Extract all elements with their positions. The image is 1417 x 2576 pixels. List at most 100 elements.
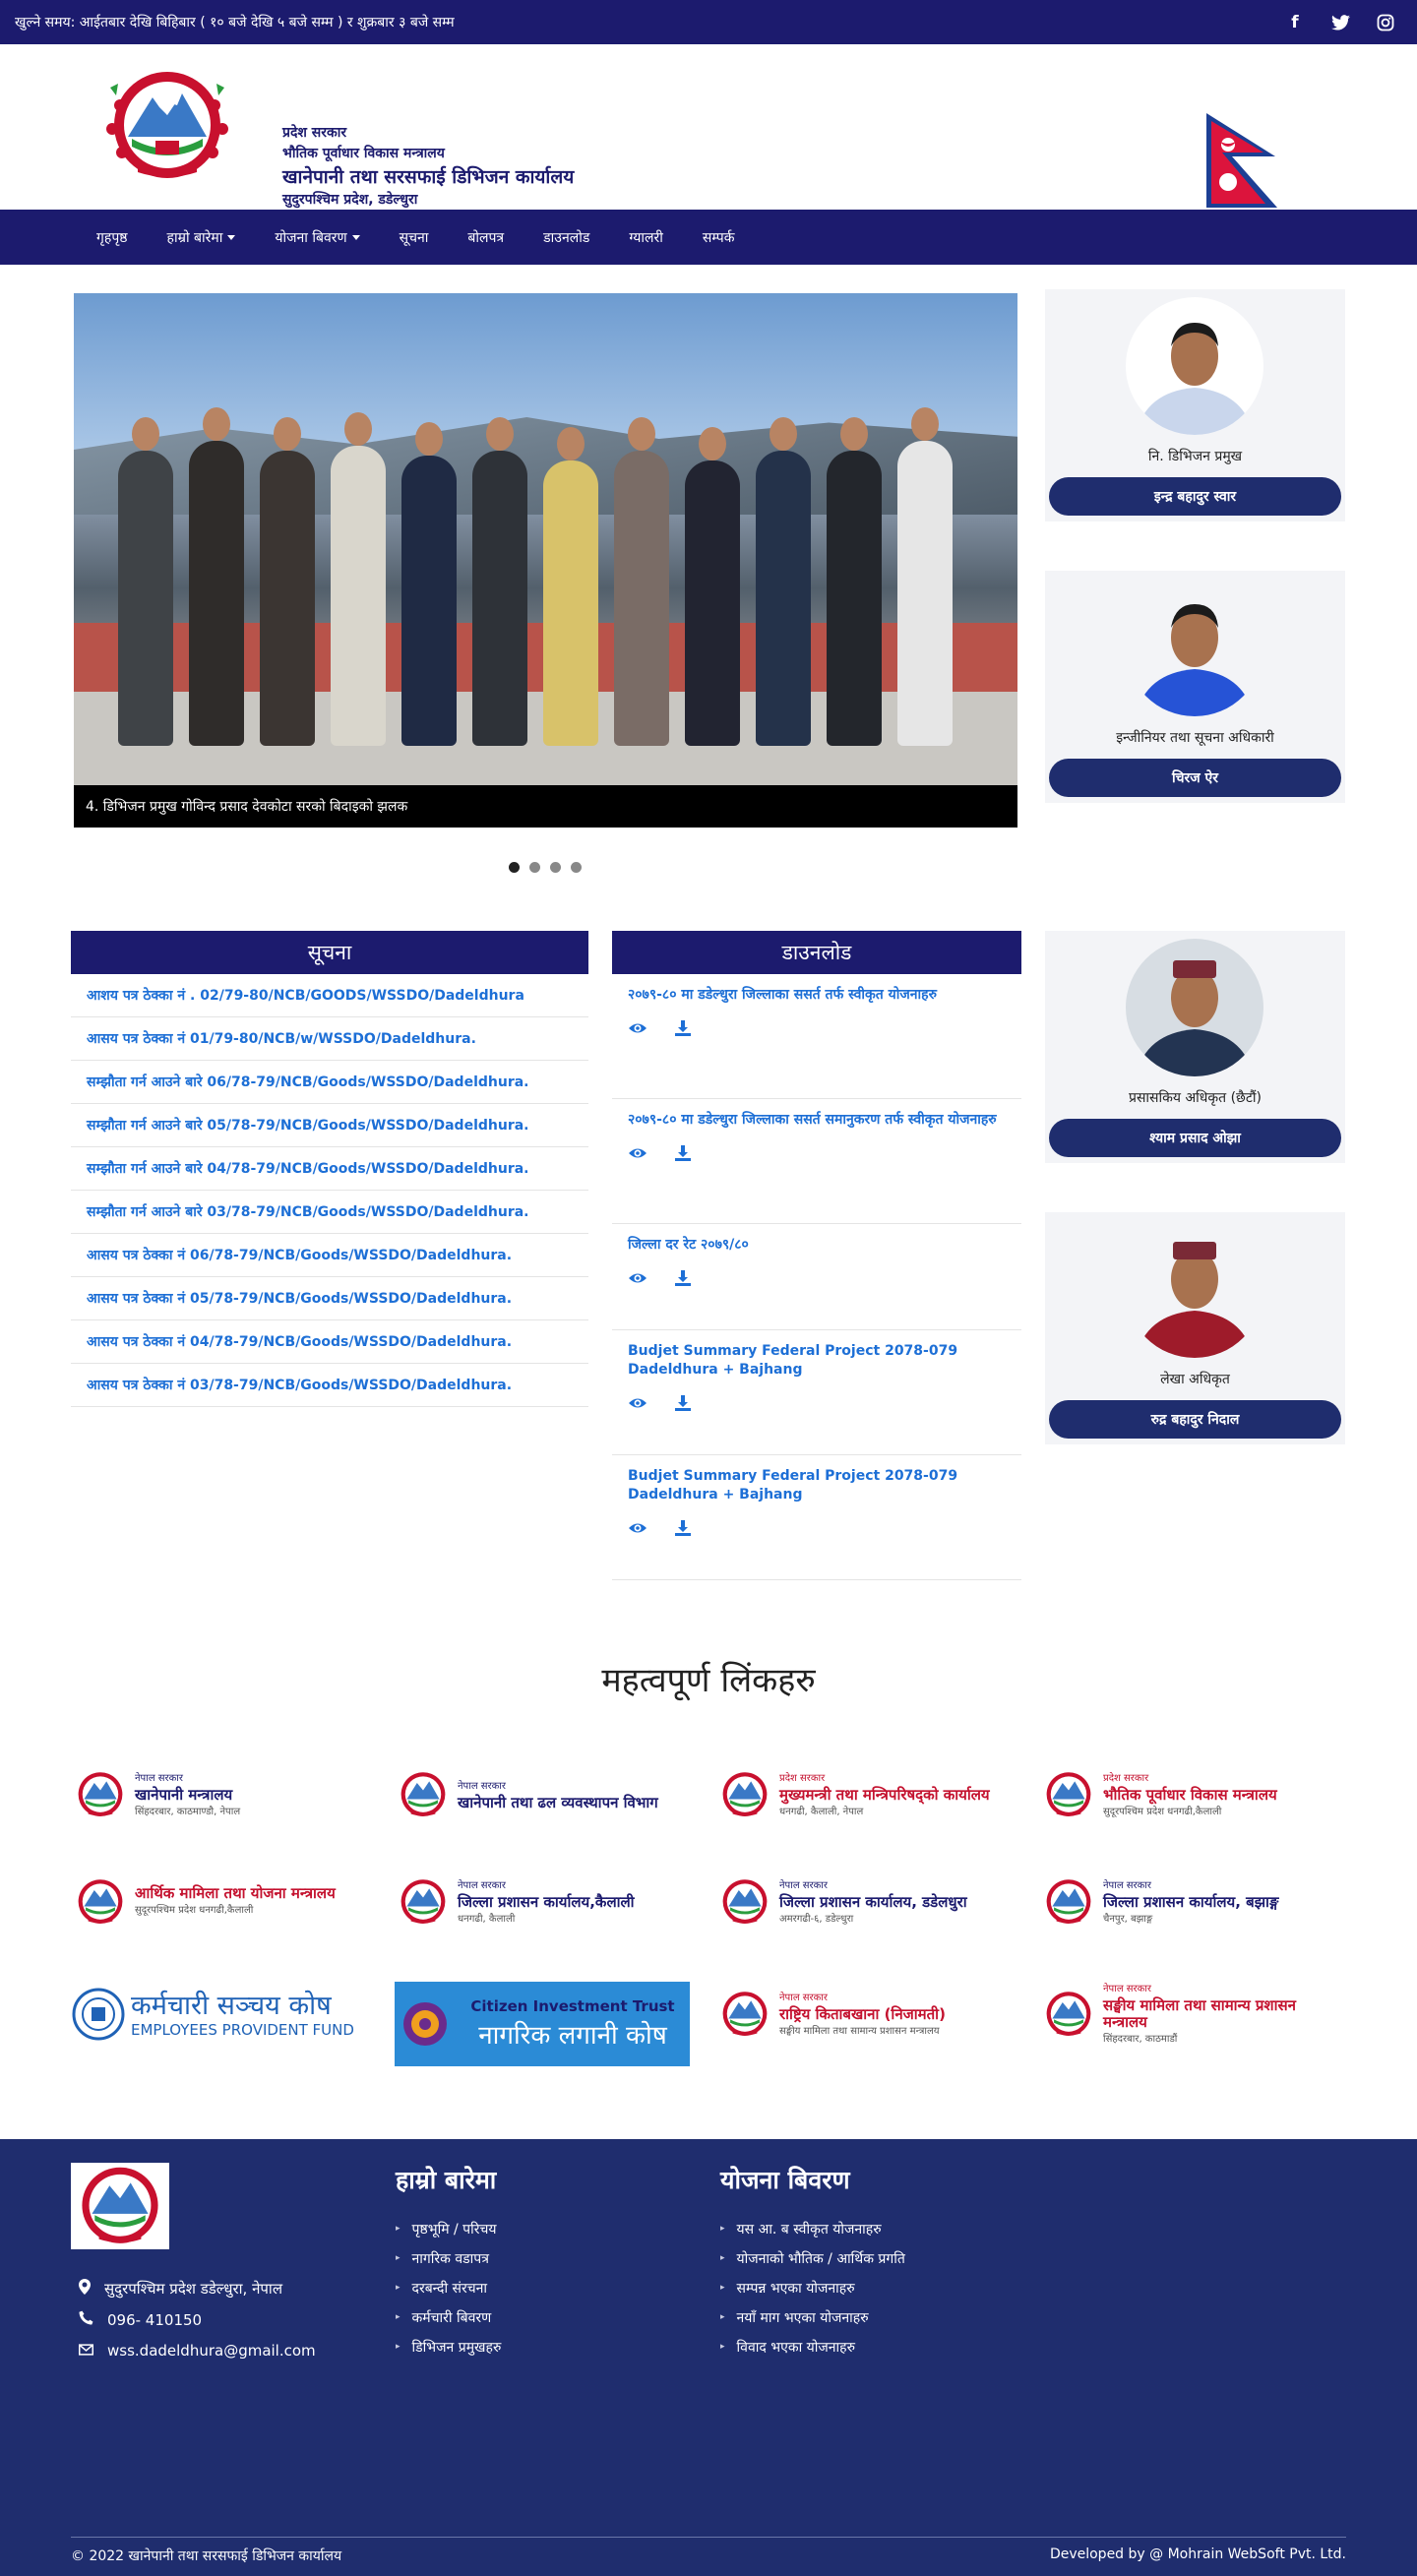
nav-item-0[interactable]: गृहपृष्ठ	[77, 228, 148, 247]
staff-name-button[interactable]: श्याम प्रसाद ओझा	[1049, 1119, 1341, 1157]
chevron-right-icon: ▸	[396, 2312, 400, 2322]
download-item-title[interactable]: २०७९-८० मा डडेल्धुरा जिल्लाका ससर्त तर्फ…	[628, 986, 1006, 1005]
important-link-logo[interactable]: प्रदेश सरकार भौतिक पूर्वाधार विकास मन्त्र…	[1040, 1762, 1335, 1827]
eye-icon[interactable]	[628, 1393, 647, 1413]
logo-main-text: मुख्यमन्त्री तथा मन्त्रिपरिषद्को कार्याल…	[779, 1785, 990, 1804]
footer-link[interactable]: ▸ कर्मचारी बिवरण	[396, 2302, 501, 2332]
download-item-title[interactable]: Budjet Summary Federal Project 2078-079 …	[628, 1467, 1006, 1504]
notice-item[interactable]: आसय पत्र ठेक्का नं 05/78-79/NCB/Goods/WS…	[71, 1277, 588, 1320]
site-header: प्रदेश सरकार भौतिक पूर्वाधार विकास मन्त्…	[0, 44, 1417, 210]
important-link-logo[interactable]: Citizen Investment Trust नागरिक लगानी कोष	[395, 1982, 690, 2066]
nav-item-4[interactable]: बोलपत्र	[448, 228, 524, 247]
instagram-icon[interactable]	[1369, 6, 1402, 39]
social-links: f	[1278, 6, 1402, 39]
nav-item-1[interactable]: हाम्रो बारेमा	[148, 228, 256, 247]
footer-plan-column: योजना बिवरण ▸ यस आ. ब स्वीकृत योजनाहरु ▸ यो…	[720, 2163, 905, 2361]
eye-icon[interactable]	[628, 1018, 647, 1038]
download-icon[interactable]	[673, 1268, 693, 1288]
nav-item-5[interactable]: डाउनलोड	[524, 228, 609, 247]
notice-item[interactable]: सम्झौता गर्न आउने बारे 03/78-79/NCB/Good…	[71, 1191, 588, 1234]
footer-link[interactable]: ▸ विवाद भएका योजनाहरु	[720, 2332, 905, 2361]
slider-indicators	[509, 862, 582, 873]
twitter-icon[interactable]	[1324, 6, 1357, 39]
important-link-logo[interactable]: आर्थिक मामिला तथा योजना मन्त्रालय सुदूरपश…	[72, 1870, 367, 1934]
staff-name-button[interactable]: इन्द्र बहादुर स्वार	[1049, 477, 1341, 516]
site-footer: सुदुरपश्चिम प्रदेश डडेल्धुरा, नेपाल 096-…	[0, 2139, 1417, 2576]
footer-link[interactable]: ▸ नयाँ माग भएका योजनाहरु	[720, 2302, 905, 2332]
footer-link[interactable]: ▸ सम्पन्न भएका योजनाहरु	[720, 2273, 905, 2302]
download-icon[interactable]	[673, 1393, 693, 1413]
photo-person	[189, 407, 244, 746]
notice-item[interactable]: आसय पत्र ठेक्का नं 03/78-79/NCB/Goods/WS…	[71, 1364, 588, 1407]
footer-address: सुदुरपश्चिम प्रदेश डडेल्धुरा, नेपाल	[79, 2279, 282, 2299]
footer-link[interactable]: ▸ यस आ. ब स्वीकृत योजनाहरु	[720, 2214, 905, 2243]
important-link-logo[interactable]: नेपाल सरकार खानेपानी तथा ढल व्यवस्थापन वि…	[395, 1762, 690, 1827]
download-item-title[interactable]: Budjet Summary Federal Project 2078-079 …	[628, 1342, 1006, 1380]
important-link-logo[interactable]: नेपाल सरकार जिल्ला प्रशासन कार्यालय, डडेल…	[716, 1870, 1012, 1934]
notice-item[interactable]: सम्झौता गर्न आउने बारे 05/78-79/NCB/Good…	[71, 1104, 588, 1147]
email-text[interactable]: wss.dadeldhura@gmail.com	[107, 2342, 316, 2360]
slider-dot[interactable]	[571, 862, 582, 873]
slider-dot[interactable]	[550, 862, 561, 873]
chevron-right-icon: ▸	[720, 2283, 725, 2293]
staff-name-button[interactable]: रुद्र बहादुर निदाल	[1049, 1400, 1341, 1439]
nav-item-label: सूचना	[399, 229, 429, 246]
important-link-logo[interactable]: नेपाल सरकार राष्ट्रिय किताबखाना (निजामती)…	[716, 1982, 1012, 2047]
download-icon[interactable]	[673, 1143, 693, 1163]
developer-credit[interactable]: Developed by @ Mohrain WebSoft Pvt. Ltd.	[1050, 2546, 1346, 2562]
download-item-title[interactable]: जिल्ला दर रेट २०७९/८०	[628, 1236, 1006, 1255]
eye-icon[interactable]	[628, 1518, 647, 1538]
slider-dot[interactable]	[529, 862, 540, 873]
emblem-icon	[716, 1770, 773, 1819]
notice-item[interactable]: सम्झौता गर्न आउने बारे 04/78-79/NCB/Good…	[71, 1147, 588, 1191]
important-link-logo[interactable]: प्रदेश सरकार मुख्यमन्त्री तथा मन्त्रिपरिष…	[716, 1762, 1012, 1827]
emblem-icon	[72, 1770, 129, 1819]
logo-main-text: आर्थिक मामिला तथा योजना मन्त्रालय	[135, 1884, 336, 1902]
notice-item[interactable]: आसय पत्र ठेक्का नं 06/78-79/NCB/Goods/WS…	[71, 1234, 588, 1277]
eye-icon[interactable]	[628, 1268, 647, 1288]
office-name: खानेपानी तथा सरसफाई डिभिजन कार्यालय	[282, 166, 575, 188]
staff-name-button[interactable]: चिरज ऐर	[1049, 759, 1341, 797]
logo-main-text: खानेपानी तथा ढल व्यवस्थापन विभाग	[458, 1794, 658, 1811]
footer-link-label: योजनाको भौतिक / आर्थिक प्रगति	[736, 2250, 905, 2267]
slider-dot[interactable]	[509, 862, 520, 873]
footer-link[interactable]: ▸ पृष्ठभूमि / परिचय	[396, 2214, 501, 2243]
phone-text[interactable]: 096- 410150	[107, 2311, 202, 2329]
nav-item-7[interactable]: सम्पर्क	[683, 228, 755, 247]
footer-about-column: हाम्रो बारेमा ▸ पृष्ठभूमि / परिचय ▸ नागरिक …	[396, 2163, 501, 2361]
logo-main-text: राष्ट्रिय किताबखाना (निजामती)	[779, 2004, 946, 2023]
government-emblem-logo[interactable]	[98, 68, 236, 184]
important-link-logo[interactable]: नेपाल सरकार सङ्घीय मामिला तथा सामान्य प्र…	[1040, 1982, 1335, 2047]
image-slider[interactable]: 4. डिभिजन प्रमुख गोविन्द प्रसाद देवकोटा …	[74, 293, 1017, 873]
chevron-right-icon: ▸	[396, 2342, 400, 2352]
photo-person	[118, 417, 173, 746]
important-link-logo[interactable]: कर्मचारी सञ्चय कोष EMPLOYEES PROVIDENT FU…	[72, 1982, 367, 2047]
notice-item[interactable]: आसय पत्र ठेक्का नं 04/78-79/NCB/Goods/WS…	[71, 1320, 588, 1364]
notice-item[interactable]: आसय पत्र ठेक्का नं 01/79-80/NCB/w/WSSDO/…	[71, 1017, 588, 1061]
important-link-logo[interactable]: नेपाल सरकार खानेपानी मन्त्रालय सिंहदरबार, …	[72, 1762, 367, 1827]
footer-link[interactable]: ▸ डिभिजन प्रमुखहरु	[396, 2332, 501, 2361]
photo-person	[260, 417, 315, 746]
footer-link-label: कर्मचारी बिवरण	[411, 2309, 492, 2326]
notice-item[interactable]: आशय पत्र ठेक्का नं . 02/79-80/NCB/GOODS/…	[71, 974, 588, 1017]
eye-icon[interactable]	[628, 1143, 647, 1163]
footer-link[interactable]: ▸ योजनाको भौतिक / आर्थिक प्रगति	[720, 2243, 905, 2273]
footer-link[interactable]: ▸ नागरिक वडापत्र	[396, 2243, 501, 2273]
logo-main-text: कर्मचारी सञ्चय कोष	[131, 1990, 332, 2021]
facebook-icon[interactable]: f	[1278, 6, 1312, 39]
important-link-logo[interactable]: नेपाल सरकार जिल्ला प्रशासन कार्यालय, बझाङ…	[1040, 1870, 1335, 1934]
download-icon[interactable]	[673, 1518, 693, 1538]
staff-title: लेखा अधिकृत	[1160, 1372, 1230, 1387]
nav-item-3[interactable]: सूचना	[380, 228, 449, 247]
footer-emblem-logo[interactable]	[71, 2163, 169, 2249]
download-item-title[interactable]: २०७९-८० मा डडेल्धुरा जिल्लाका ससर्त समान…	[628, 1111, 1006, 1130]
notice-item[interactable]: सम्झौता गर्न आउने बारे 06/78-79/NCB/Good…	[71, 1061, 588, 1104]
footer-phone: 096- 410150	[79, 2310, 202, 2329]
organization-title-block: प्रदेश सरकार भौतिक पूर्वाधार विकास मन्त्…	[282, 123, 574, 211]
download-icon[interactable]	[673, 1018, 693, 1038]
footer-link[interactable]: ▸ दरबन्दी संरचना	[396, 2273, 501, 2302]
nav-item-6[interactable]: ग्यालरी	[609, 228, 683, 247]
staff-photo	[1126, 1220, 1263, 1358]
important-link-logo[interactable]: नेपाल सरकार जिल्ला प्रशासन कार्यालय,कैलाल…	[395, 1870, 690, 1934]
nav-item-2[interactable]: योजना बिवरण	[255, 228, 379, 247]
